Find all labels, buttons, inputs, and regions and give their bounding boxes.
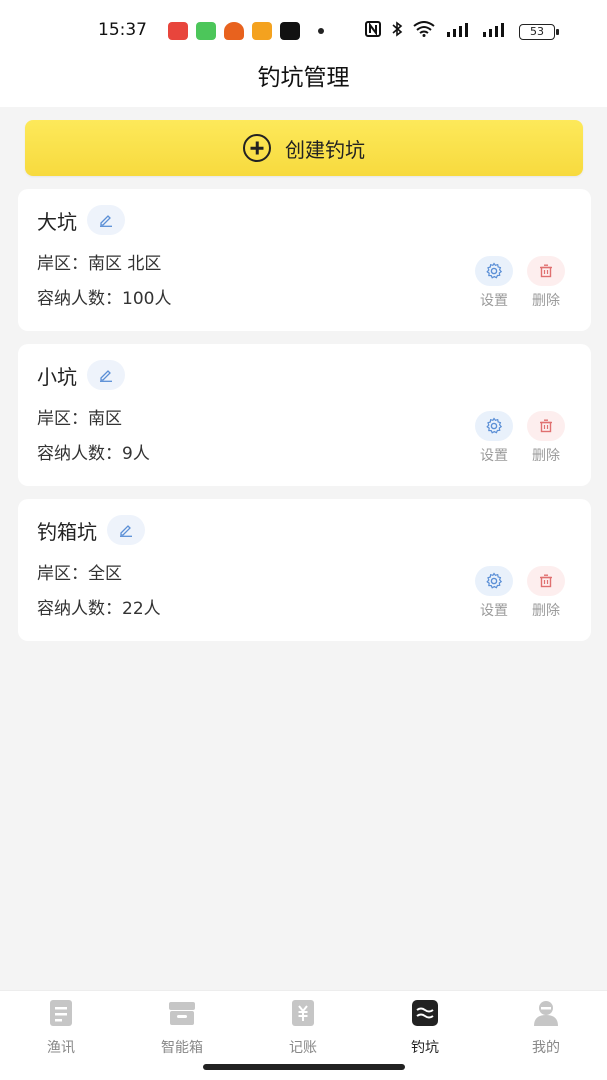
pond-delete-button[interactable]: 删除 [524,256,568,310]
settings-label: 设置 [480,448,508,464]
pond-card: 大坑 岸区：南区 北区 容纳人数：100人 设置 删除 [18,189,591,331]
plus-circle-icon [243,134,271,162]
shore-label: 岸区： [37,254,88,274]
trash-icon [540,264,552,278]
edit-pond-name-button[interactable] [87,360,125,390]
box-icon [169,1002,195,1025]
pond-icon [412,1000,438,1026]
delete-label: 删除 [532,293,560,309]
capacity-label: 容纳人数： [37,289,122,309]
pond-name: 钓箱坑 [37,519,97,544]
pond-capacity-line: 容纳人数：9人 [37,439,150,464]
capacity-label: 容纳人数： [37,444,122,464]
settings-label: 设置 [480,293,508,309]
page-title: 钓坑管理 [257,65,350,91]
system-icons [365,21,507,41]
battery-indicator: 53 [519,24,559,40]
capacity-value: 9人 [122,444,150,464]
pencil-icon [120,525,132,537]
capacity-value: 100人 [122,289,172,309]
tab-label: 记账 [289,1040,317,1056]
home-indicator[interactable] [203,1064,405,1070]
delete-label: 删除 [532,603,560,619]
create-pond-button[interactable]: 创建钓坑 [25,120,583,176]
news-icon [50,1000,72,1026]
ledger-icon [292,1000,314,1026]
shore-label: 岸区： [37,564,88,584]
wifi-icon [413,21,435,41]
profile-icon [534,1001,558,1026]
pond-settings-button[interactable]: 设置 [472,566,516,620]
message-app-icon [196,22,216,40]
pond-delete-button[interactable]: 删除 [524,566,568,620]
pond-capacity-line: 容纳人数：22人 [37,594,161,619]
bluetooth-icon [391,21,403,41]
gear-icon [486,262,503,279]
gear-icon [486,417,503,434]
gear-icon [486,572,503,589]
video-app-icon [252,22,272,40]
pond-shore-line: 岸区：南区 北区 [37,249,161,274]
status-bar: 15:37 53 [0,0,607,62]
edit-pond-name-button[interactable] [87,205,125,235]
pond-settings-button[interactable]: 设置 [472,411,516,465]
tab-label: 我的 [532,1040,560,1056]
tab-label: 钓坑 [411,1040,439,1056]
pond-card: 钓箱坑 岸区：全区 容纳人数：22人 设置 删除 [18,499,591,641]
signal-4g-icon-1 [445,21,471,41]
pond-name: 小坑 [37,364,77,389]
tab-label: 智能箱 [161,1040,203,1056]
tab-label: 渔讯 [47,1040,75,1056]
pencil-icon [100,215,112,227]
pencil-icon [100,370,112,382]
tab-pond[interactable]: 钓坑 [380,999,470,1057]
capacity-label: 容纳人数： [37,599,122,619]
tab-smart-box[interactable]: 智能箱 [137,999,227,1057]
tab-ledger[interactable]: 记账 [258,999,348,1057]
more-notifications-dot-icon [318,28,324,34]
shore-value: 南区 北区 [88,254,162,274]
tab-news[interactable]: 渔讯 [16,999,106,1057]
shore-value: 全区 [88,564,122,584]
capacity-value: 22人 [122,599,161,619]
delete-label: 删除 [532,448,560,464]
game-app-icon [224,22,244,40]
tiktok-app-icon [280,22,300,40]
pond-capacity-line: 容纳人数：100人 [37,284,171,309]
pond-delete-button[interactable]: 删除 [524,411,568,465]
tab-profile[interactable]: 我的 [501,999,591,1057]
nfc-icon [365,21,381,41]
nav-header: 钓坑管理 [0,55,607,107]
pond-name: 大坑 [37,209,77,234]
pond-settings-button[interactable]: 设置 [472,256,516,310]
signal-4g-icon-2 [481,21,507,41]
shore-value: 南区 [88,409,122,429]
status-time: 15:37 [98,20,147,40]
shore-label: 岸区： [37,409,88,429]
pond-shore-line: 岸区：全区 [37,559,122,584]
pond-shore-line: 岸区：南区 [37,404,122,429]
news-app-icon [168,22,188,40]
trash-icon [540,419,552,433]
notification-icons [168,22,324,40]
settings-label: 设置 [480,603,508,619]
trash-icon [540,574,552,588]
pond-card: 小坑 岸区：南区 容纳人数：9人 设置 删除 [18,344,591,486]
edit-pond-name-button[interactable] [107,515,145,545]
create-pond-label: 创建钓坑 [285,137,365,162]
